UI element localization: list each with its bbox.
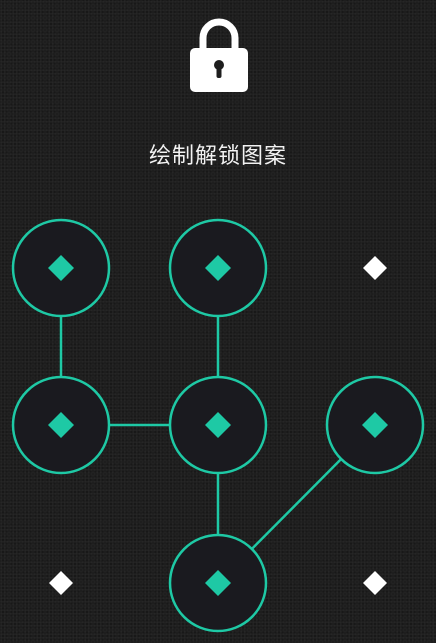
pattern-node-2[interactable]	[168, 218, 268, 318]
pattern-node-1[interactable]	[11, 218, 111, 318]
pattern-grid[interactable]	[0, 0, 436, 643]
pattern-node-6[interactable]	[325, 375, 425, 475]
pattern-node-3[interactable]	[363, 256, 387, 280]
pattern-node-5[interactable]	[168, 375, 268, 475]
diamond-icon	[363, 571, 387, 595]
pattern-node-9[interactable]	[363, 571, 387, 595]
pattern-node-8[interactable]	[168, 533, 268, 633]
diamond-icon	[49, 571, 73, 595]
pattern-node-7[interactable]	[49, 571, 73, 595]
diamond-icon	[363, 256, 387, 280]
pattern-line	[250, 458, 343, 550]
pattern-node-4[interactable]	[11, 375, 111, 475]
lock-screen: 绘制解锁图案	[0, 0, 436, 643]
